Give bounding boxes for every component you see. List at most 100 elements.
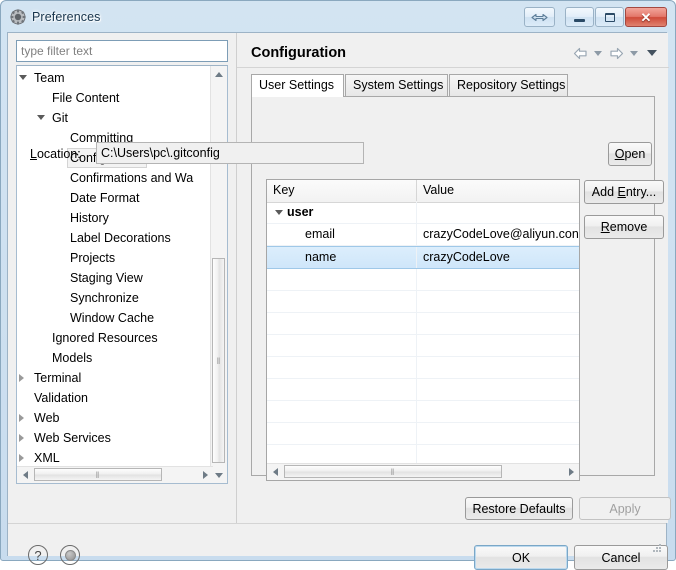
sidebar-item-label: Git xyxy=(52,111,68,125)
resize-grip-icon[interactable] xyxy=(650,541,662,553)
sidebar-item-terminal[interactable]: Terminal xyxy=(17,368,213,388)
close-button[interactable]: ✕ xyxy=(625,7,667,27)
sidebar-item-xml[interactable]: XML xyxy=(17,448,213,468)
sidebar-item-label: Confirmations and Wa xyxy=(70,171,194,185)
triangle-collapsed-icon[interactable] xyxy=(19,374,24,382)
sidebar-item-git[interactable]: Git xyxy=(17,108,213,128)
sidebar-item-synchronize[interactable]: Synchronize xyxy=(17,288,213,308)
minimize-button[interactable] xyxy=(565,7,594,27)
filter-input[interactable] xyxy=(16,40,228,62)
scroll-right-button[interactable] xyxy=(563,464,579,480)
help-icon[interactable]: ? xyxy=(28,545,48,565)
table-row-empty[interactable] xyxy=(267,401,579,423)
column-header-key[interactable]: Key xyxy=(267,180,417,201)
ok-button[interactable]: OK xyxy=(474,545,568,570)
sidebar-item-date-format[interactable]: Date Format xyxy=(17,188,213,208)
scroll-up-button[interactable] xyxy=(211,66,227,82)
sidebar-item-label: Models xyxy=(52,351,93,365)
table-row-empty[interactable] xyxy=(267,357,579,379)
forward-menu-button[interactable] xyxy=(626,45,642,61)
table-row-empty[interactable] xyxy=(267,335,579,357)
triangle-expanded-icon[interactable] xyxy=(19,75,27,80)
cell-value xyxy=(417,291,579,312)
table-hscroll-thumb[interactable]: ‖ xyxy=(284,465,502,478)
tree-hscroll-thumb[interactable]: ‖ xyxy=(34,468,162,481)
triangle-collapsed-icon[interactable] xyxy=(19,434,24,442)
triangle-collapsed-icon[interactable] xyxy=(19,414,24,422)
tree-vertical-scrollbar[interactable]: ‖ xyxy=(210,66,227,483)
scroll-left-button[interactable] xyxy=(17,467,33,483)
table-row[interactable]: name crazyCodeLove xyxy=(267,246,579,269)
sidebar-item-projects[interactable]: Projects xyxy=(17,248,213,268)
sidebar-item-label: Date Format xyxy=(70,191,140,205)
table-row-empty[interactable] xyxy=(267,269,579,291)
triangle-up-icon xyxy=(215,71,223,77)
sidebar-item-label: Web Services xyxy=(34,431,111,445)
sidebar-item-label-decorations[interactable]: Label Decorations xyxy=(17,228,213,248)
preferences-window: Preferences ✕ TeamFile ContentGitCommitt… xyxy=(0,0,676,570)
column-header-value[interactable]: Value xyxy=(417,180,579,201)
sidebar-item-models[interactable]: Models xyxy=(17,348,213,368)
tree-horizontal-scrollbar[interactable]: ‖ xyxy=(17,466,213,483)
cell-value xyxy=(417,269,579,290)
restore-defaults-button[interactable]: Restore Defaults xyxy=(465,497,573,520)
sidebar-item-history[interactable]: History xyxy=(17,208,213,228)
scroll-grip: ‖ xyxy=(216,355,221,366)
cell-value xyxy=(417,357,579,378)
title-bar: Preferences ✕ xyxy=(1,1,676,32)
sidebar-item-web-services[interactable]: Web Services xyxy=(17,428,213,448)
triangle-expanded-icon[interactable] xyxy=(37,115,45,120)
config-table[interactable]: Key Value user email crazyCodeLove@aliyun.… xyxy=(266,179,580,481)
sidebar-item-label: Label Decorations xyxy=(70,231,171,245)
sidebar-item-label: Terminal xyxy=(34,371,82,385)
tab-repository-settings[interactable]: Repository Settings xyxy=(449,74,568,96)
scroll-left-button[interactable] xyxy=(267,464,283,480)
table-row[interactable]: user xyxy=(267,202,579,224)
table-row-empty[interactable] xyxy=(267,291,579,313)
table-row-empty[interactable] xyxy=(267,423,579,445)
cell-key xyxy=(267,423,417,444)
sidebar-item-ignored-resources[interactable]: Ignored Resources xyxy=(17,328,213,348)
table-row-empty[interactable] xyxy=(267,313,579,335)
table-row[interactable]: email crazyCodeLove@aliyun.con xyxy=(267,224,579,246)
add-entry-button[interactable]: Add Entry... xyxy=(584,180,664,204)
scroll-down-button[interactable] xyxy=(211,467,227,483)
tree-scroll-thumb[interactable]: ‖ xyxy=(212,258,225,463)
open-button[interactable]: Open xyxy=(608,142,652,166)
table-body: user email crazyCodeLove@aliyun.con name cra… xyxy=(267,202,579,480)
chevron-down-icon xyxy=(630,50,638,56)
view-menu-button[interactable] xyxy=(644,45,660,61)
tab-system-settings[interactable]: System Settings xyxy=(345,74,448,96)
remove-button[interactable]: Remove xyxy=(584,215,664,239)
maximize-button[interactable] xyxy=(595,7,624,27)
location-input[interactable] xyxy=(96,142,364,164)
back-menu-button[interactable] xyxy=(590,45,606,61)
tab-user-settings[interactable]: User Settings xyxy=(251,74,344,97)
tree-item-list: TeamFile ContentGitCommittingConfigurati… xyxy=(17,68,213,468)
sidebar-item-staging-view[interactable]: Staging View xyxy=(17,268,213,288)
forward-button[interactable] xyxy=(608,45,624,61)
table-horizontal-scrollbar[interactable]: ‖ xyxy=(267,463,579,480)
back-button[interactable] xyxy=(572,45,588,61)
cell-key: user xyxy=(267,202,417,223)
triangle-left-icon xyxy=(272,468,278,476)
sidebar-item-confirmations-and-wa[interactable]: Confirmations and Wa xyxy=(17,168,213,188)
table-row-empty[interactable] xyxy=(267,379,579,401)
sidebar-item-label: Validation xyxy=(34,391,88,405)
apply-button[interactable]: Apply xyxy=(579,497,671,520)
sidebar-item-team[interactable]: Team xyxy=(17,68,213,88)
sidebar-item-label: Ignored Resources xyxy=(52,331,158,345)
cell-key xyxy=(267,335,417,356)
sidebar-item-window-cache[interactable]: Window Cache xyxy=(17,308,213,328)
oomph-icon[interactable] xyxy=(60,545,80,565)
scroll-right-button[interactable] xyxy=(197,467,213,483)
cell-value xyxy=(417,379,579,400)
gear-icon xyxy=(10,9,26,25)
close-icon: ✕ xyxy=(640,9,652,25)
sidebar-item-file-content[interactable]: File Content xyxy=(17,88,213,108)
sidebar-item-web[interactable]: Web xyxy=(17,408,213,428)
preference-tree[interactable]: TeamFile ContentGitCommittingConfigurati… xyxy=(16,65,228,484)
triangle-collapsed-icon[interactable] xyxy=(19,454,24,462)
help-resize-button[interactable] xyxy=(524,7,555,27)
sidebar-item-validation[interactable]: Validation xyxy=(17,388,213,408)
